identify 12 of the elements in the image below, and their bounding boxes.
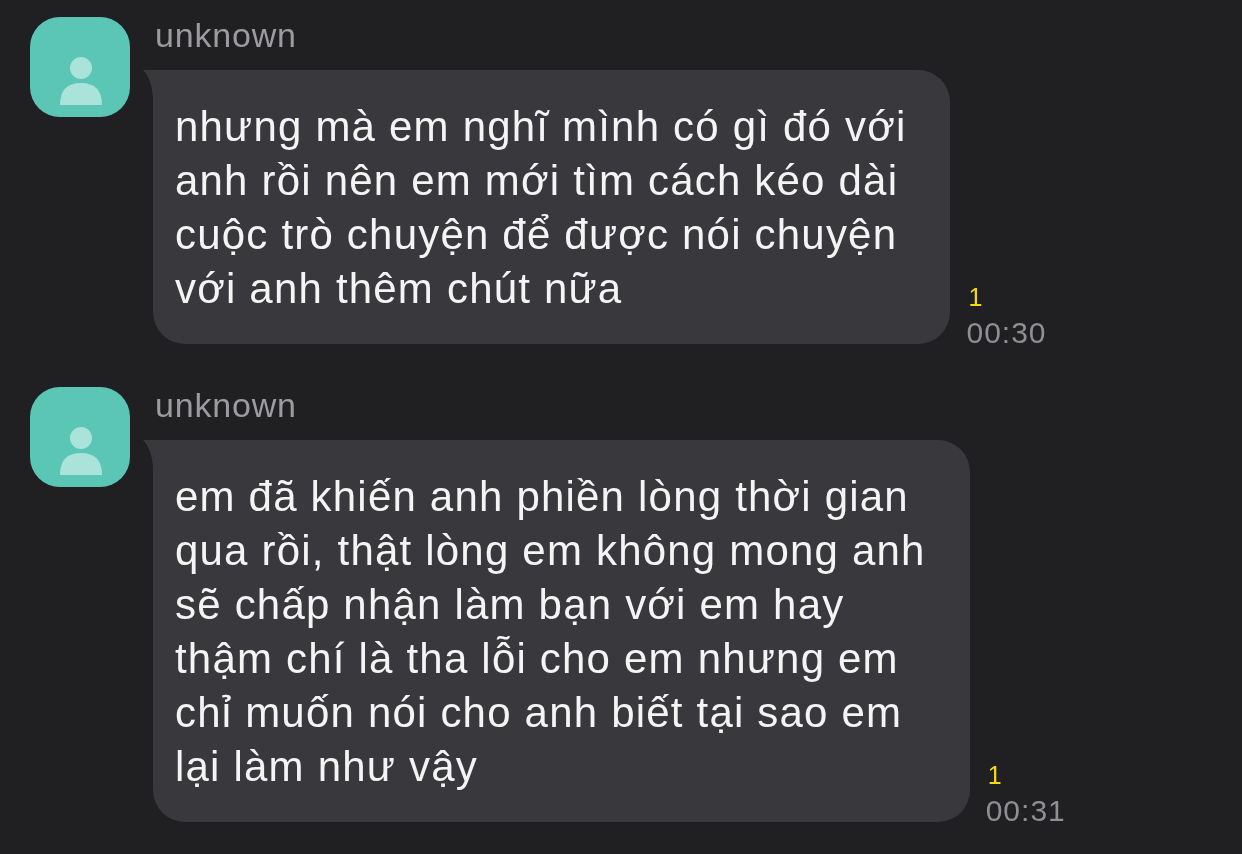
person-avatar-icon [30, 387, 130, 487]
person-avatar-icon [30, 17, 130, 117]
unread-count: 1 [987, 761, 1002, 789]
message-bubble: em đã khiến anh phiền lòng thời gian qua rồi, thật lòng em không mong anh sẽ chấp nhận làm bạn với em hay thậm chí là tha lỗi cho em nhưng em chỉ muốn nói cho anh biết tại sao em lại làm như vậy [153, 440, 970, 822]
sender-name: unknown [155, 387, 297, 423]
bubble-tail-icon [143, 440, 153, 466]
bubble-tail-icon [143, 70, 153, 96]
message-time: 00:30 [966, 317, 1047, 349]
message-time: 00:31 [985, 795, 1066, 827]
unread-count: 1 [968, 283, 983, 311]
sender-name: unknown [155, 17, 297, 53]
message-bubble: nhưng mà em nghĩ mình có gì đó với anh rồi nên em mới tìm cách kéo dài cuộc trò chuyện để được nói chuyện với anh thêm chút nữa [153, 70, 951, 344]
